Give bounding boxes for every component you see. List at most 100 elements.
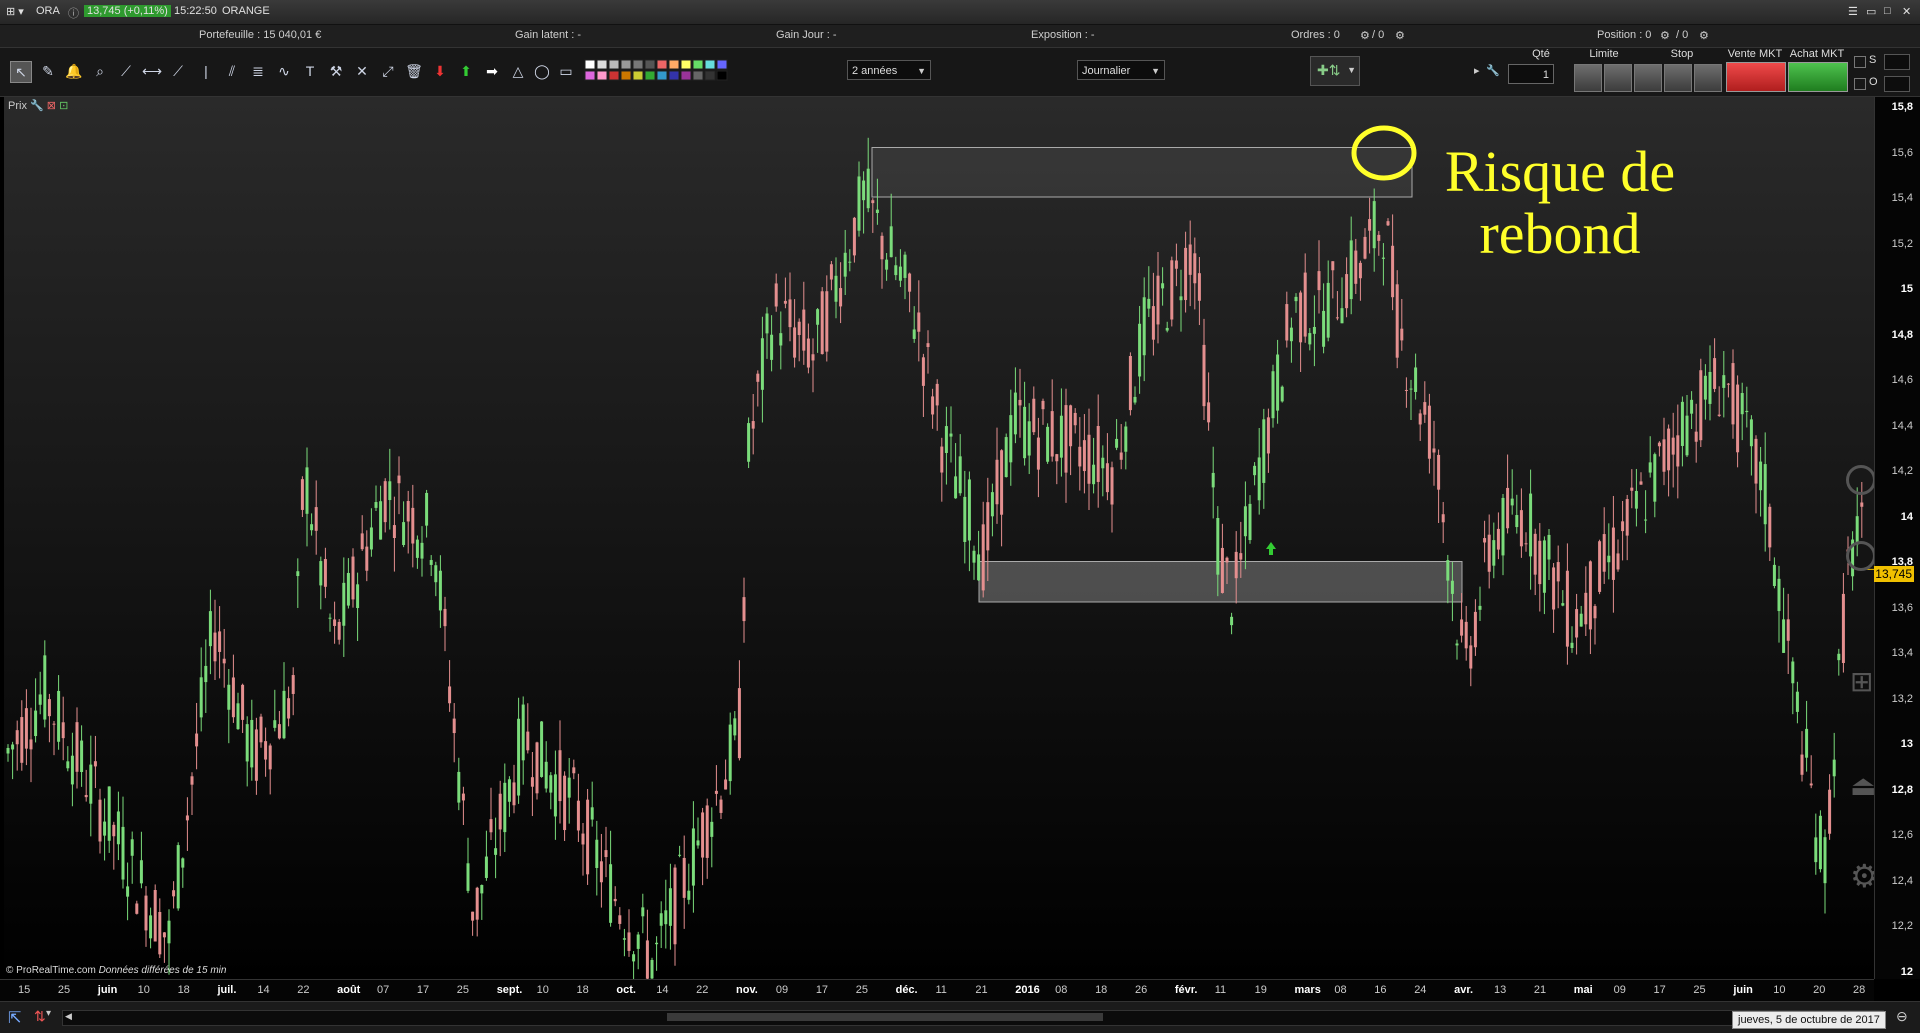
palette-swatch[interactable]: [656, 70, 668, 81]
export-icon[interactable]: ⇱: [8, 1008, 21, 1028]
palette-swatch[interactable]: [596, 70, 608, 81]
palette-swatch[interactable]: [584, 70, 596, 81]
orders-link-icon[interactable]: ⚙: [1360, 29, 1370, 42]
palette-swatch[interactable]: [608, 59, 620, 70]
channel-tool-icon[interactable]: ⫽: [222, 61, 242, 81]
palette-swatch[interactable]: [704, 70, 716, 81]
line-tool-icon[interactable]: ⟋: [116, 61, 136, 81]
zoom-out-icon[interactable]: ⊖: [1896, 1008, 1908, 1025]
palette-swatch[interactable]: [632, 70, 644, 81]
plug-icon[interactable]: ⏏: [1850, 769, 1876, 802]
limit-buy-button[interactable]: [1574, 64, 1602, 92]
right-arrow-icon[interactable]: ➡: [482, 61, 502, 81]
palette-swatch[interactable]: [692, 70, 704, 81]
stop-sell-button[interactable]: [1664, 64, 1692, 92]
o-input[interactable]: [1884, 76, 1910, 92]
indicator-button[interactable]: ✚⇅ ▼: [1310, 56, 1360, 86]
buy-market-button[interactable]: [1788, 62, 1848, 92]
palette-swatch[interactable]: [620, 70, 632, 81]
palette-swatch[interactable]: [704, 59, 716, 70]
palette-swatch[interactable]: [644, 59, 656, 70]
o-checkbox[interactable]: [1854, 78, 1866, 90]
period-select[interactable]: 2 années ▼: [847, 60, 931, 80]
scale-menu-icon[interactable]: ▾: [46, 1008, 51, 1019]
palette-swatch[interactable]: [680, 59, 692, 70]
close-icon[interactable]: ✕: [1902, 5, 1911, 18]
scrollbar[interactable]: ◀: [62, 1010, 1884, 1026]
color-palette[interactable]: [584, 59, 738, 83]
time-axis[interactable]: 15 25 juin 10 18 juil. 14 22 août 07 17 25 sept. 10 18…: [0, 979, 1874, 1002]
wrench-icon[interactable]: 🔧: [1486, 64, 1500, 77]
scale-icon[interactable]: ⇅: [34, 1008, 46, 1025]
tools-icon[interactable]: ⚒: [326, 61, 346, 81]
limit-sell-button[interactable]: [1604, 64, 1632, 92]
zoom-icon[interactable]: ⌕: [90, 61, 110, 81]
palette-swatch[interactable]: [716, 70, 728, 81]
candle-body: [121, 826, 125, 880]
ellipse-tool-icon[interactable]: ◯: [532, 61, 552, 81]
refresh-icon[interactable]: [1846, 465, 1876, 495]
quantity-input[interactable]: 1: [1508, 64, 1554, 84]
palette-swatch[interactable]: [608, 70, 620, 81]
ray-tool-icon[interactable]: ⤢: [378, 61, 398, 81]
palette-swatch[interactable]: [656, 59, 668, 70]
trendline-icon[interactable]: ⟋: [168, 61, 188, 81]
panel-settings-icon[interactable]: 🔧: [30, 100, 44, 112]
rectangle-tool-icon[interactable]: ▭: [556, 61, 576, 81]
alert-bell-icon[interactable]: 🔔: [64, 61, 84, 81]
down-arrow-icon[interactable]: ⬇: [430, 61, 450, 81]
palette-swatch[interactable]: [620, 59, 632, 70]
cursor-tool-icon[interactable]: ↖: [10, 61, 32, 83]
text-tool-icon[interactable]: T: [300, 61, 320, 81]
windows-icon[interactable]: ⊞: [1850, 665, 1873, 698]
support-zone[interactable]: [978, 561, 1463, 603]
palette-swatch[interactable]: [644, 70, 656, 81]
cross-line-icon[interactable]: ✕: [352, 61, 372, 81]
palette-swatch[interactable]: [584, 59, 596, 70]
s-checkbox[interactable]: [1854, 56, 1866, 68]
palette-swatch[interactable]: [692, 59, 704, 70]
fibonacci-icon[interactable]: ≣: [248, 61, 268, 81]
panel-maximize-icon[interactable]: ⊡: [59, 100, 68, 112]
candle-body: [250, 719, 254, 768]
s-input[interactable]: [1884, 54, 1910, 70]
sell-market-button[interactable]: [1726, 62, 1786, 92]
palette-swatch[interactable]: [668, 59, 680, 70]
trash-icon[interactable]: 🗑: [404, 61, 424, 81]
vertical-line-icon[interactable]: |: [196, 61, 216, 81]
triangle-tool-icon[interactable]: △: [508, 61, 528, 81]
x-tick-label: 22: [297, 984, 310, 996]
panel-collapse-icon[interactable]: ▸: [1474, 64, 1480, 77]
panel-close-icon[interactable]: ⊠: [47, 100, 56, 112]
wave-tool-icon[interactable]: ∿: [274, 61, 294, 81]
pencil-tool-icon[interactable]: ✎: [38, 61, 58, 81]
symbol-label[interactable]: ORA: [36, 5, 60, 17]
stop-option-button[interactable]: [1694, 64, 1722, 92]
position-link-icon[interactable]: ⚙: [1660, 29, 1670, 42]
price-chart[interactable]: Prix 🔧 ⊠ ⊡ Risque de rebond © ProRealTim…: [4, 97, 1884, 979]
scroll-thumb[interactable]: [667, 1013, 1103, 1021]
price-axis[interactable]: 15,8 15,6 15,4 15,2 15 14,8 14,6 14,4 14,2 14 13,8…: [1874, 97, 1920, 979]
palette-swatch[interactable]: [668, 70, 680, 81]
position-link-icon-2[interactable]: ⚙: [1699, 29, 1709, 42]
candle-body: [1837, 653, 1841, 661]
candle-body: [1795, 691, 1799, 712]
up-arrow-icon[interactable]: ⬆: [456, 61, 476, 81]
window-menu-icon[interactable]: ⊞ ▾: [6, 5, 24, 18]
resistance-zone[interactable]: [871, 147, 1413, 198]
maximize-icon[interactable]: □: [1884, 5, 1891, 17]
palette-swatch[interactable]: [596, 59, 608, 70]
orders-link-icon-2[interactable]: ⚙: [1395, 29, 1405, 42]
candle-body: [779, 333, 783, 346]
time-icon[interactable]: [1846, 541, 1876, 571]
scroll-left-icon[interactable]: ◀: [65, 1011, 72, 1022]
y-tick-label: 12,2: [1891, 920, 1913, 932]
minimize-icon[interactable]: ▭: [1866, 5, 1876, 18]
palette-swatch[interactable]: [680, 70, 692, 81]
palette-swatch[interactable]: [716, 59, 728, 70]
horizontal-line-icon[interactable]: ⟷: [142, 61, 162, 81]
palette-swatch[interactable]: [632, 59, 644, 70]
menu-icon[interactable]: ☰: [1848, 5, 1858, 18]
interval-select[interactable]: Journalier ▼: [1077, 60, 1165, 80]
stop-buy-button[interactable]: [1634, 64, 1662, 92]
